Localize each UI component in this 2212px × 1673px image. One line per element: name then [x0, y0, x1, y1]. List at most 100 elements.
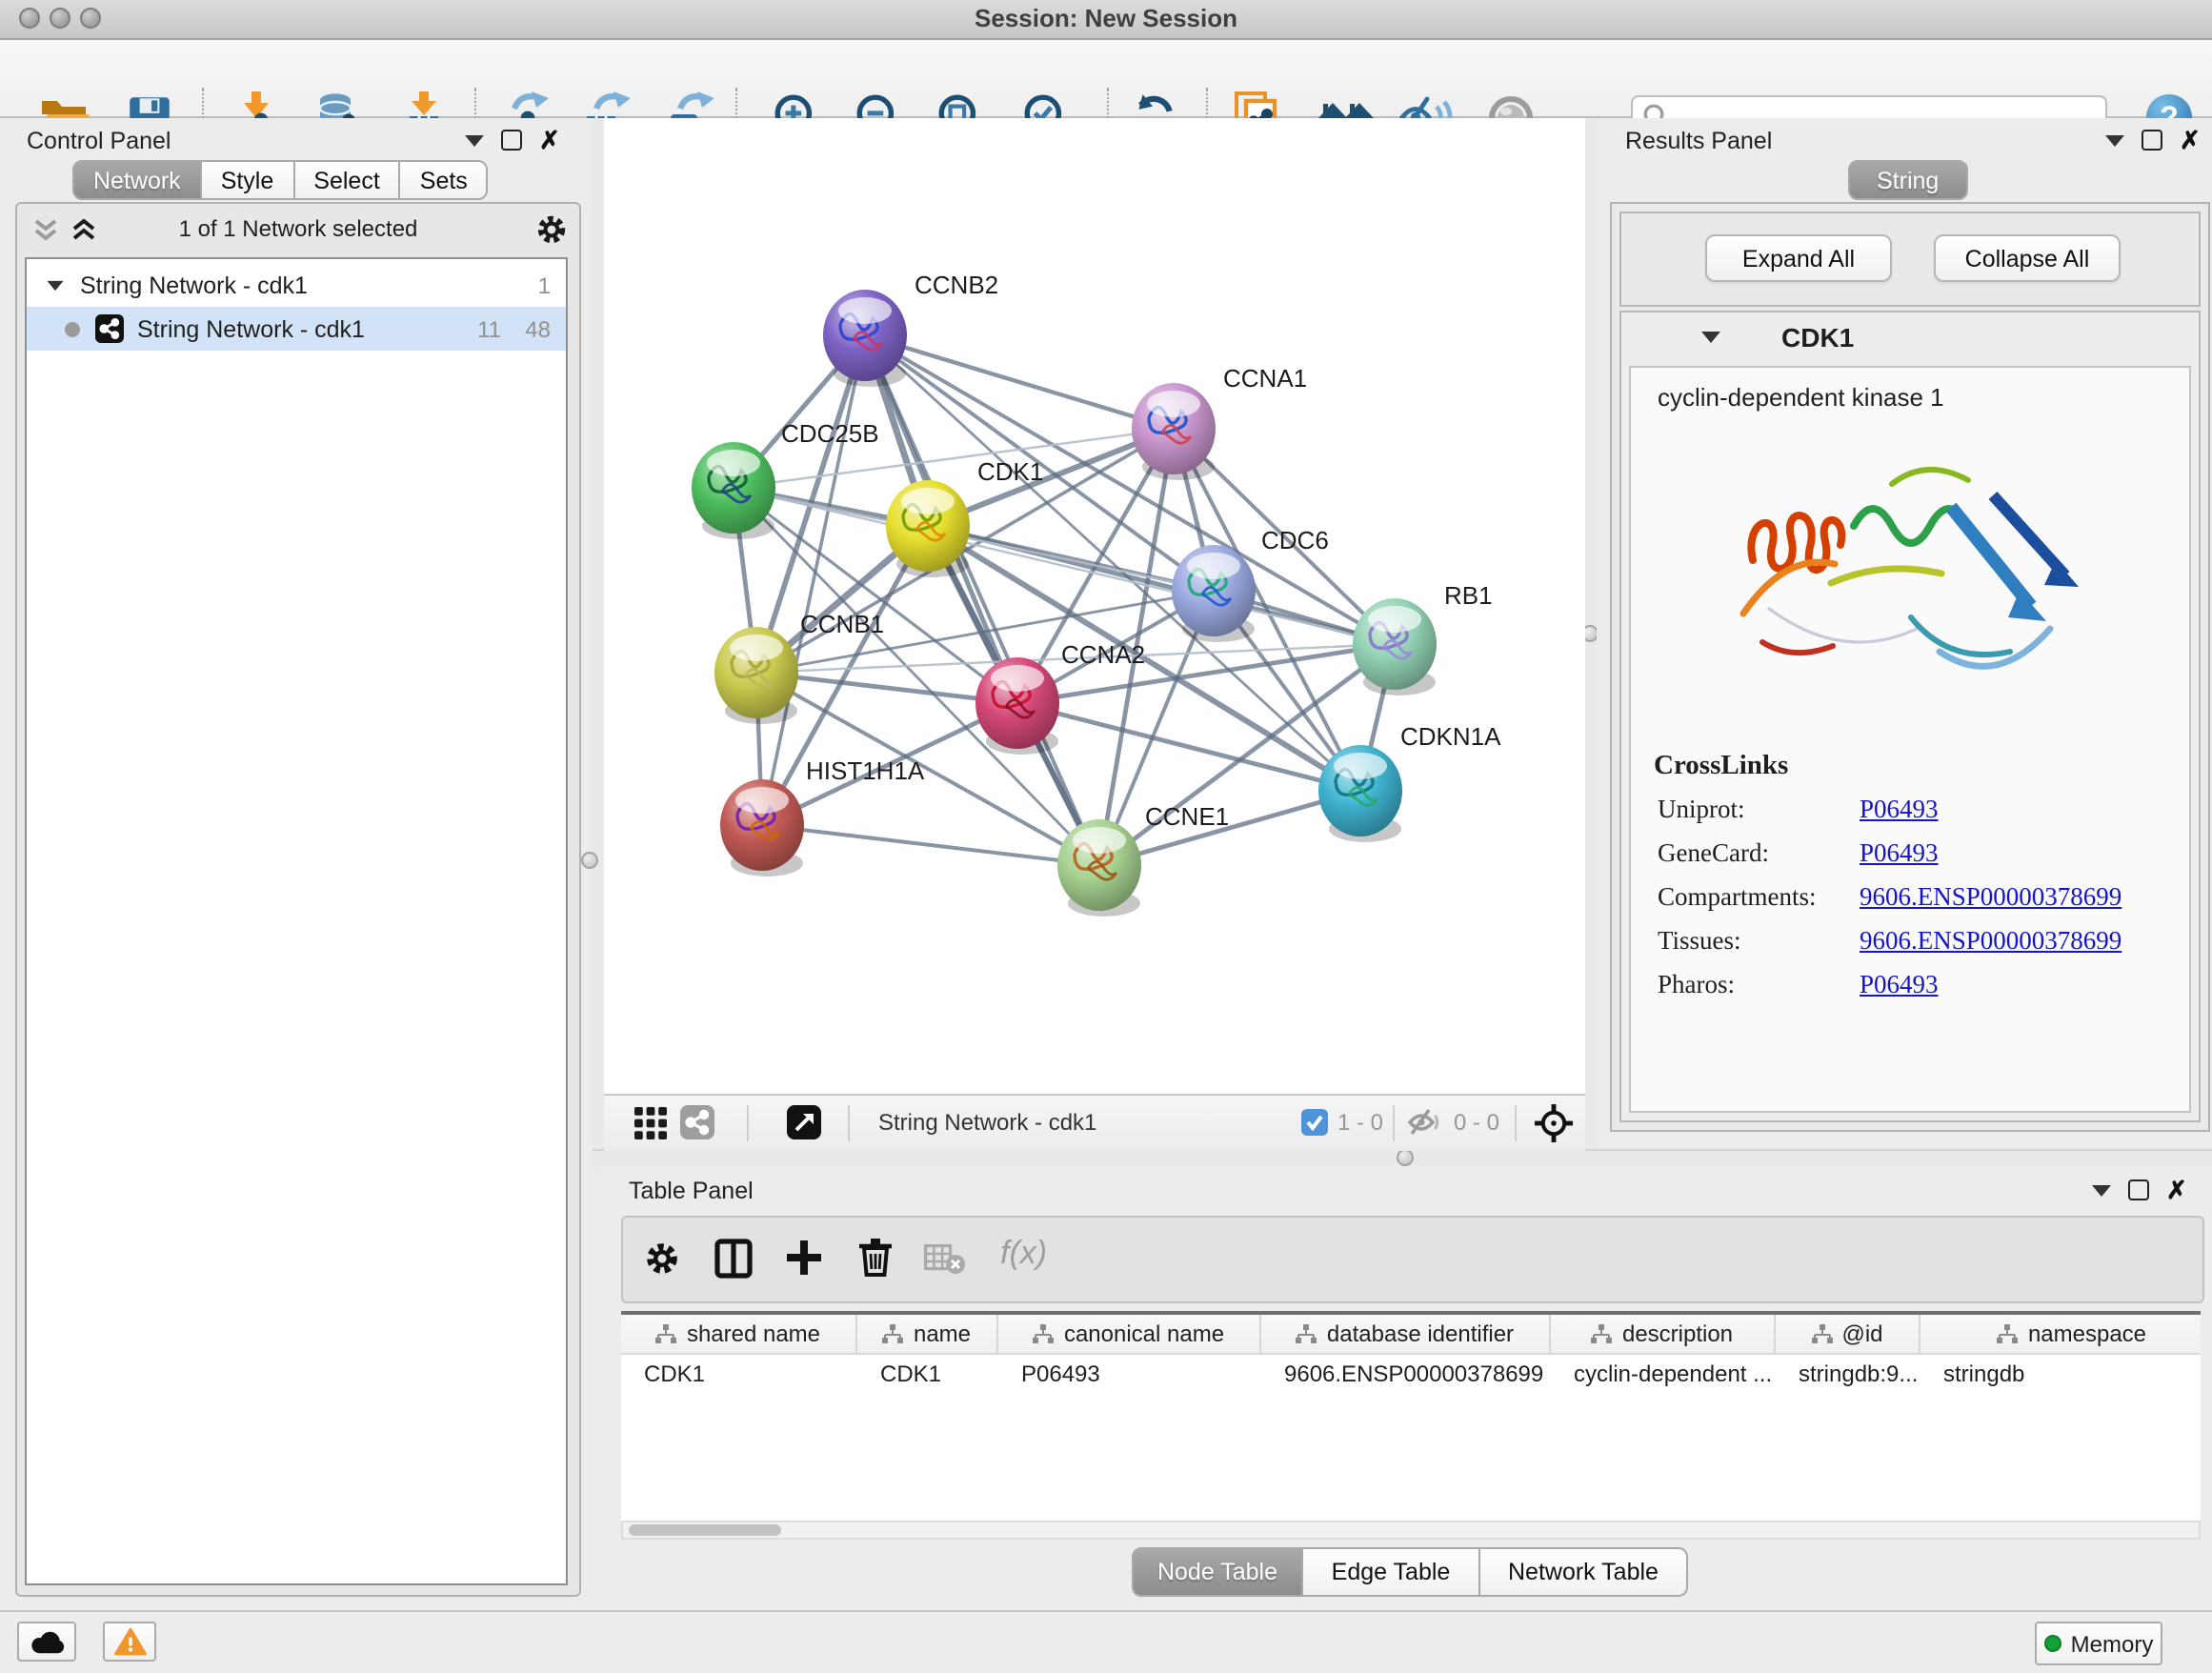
network-canvas[interactable]: CCNB2CCNA1CDC25BCDK1CDC6RB1CCNB1CCNA2CDK…: [604, 118, 1585, 1094]
hidden-eye-icon[interactable]: [1408, 1107, 1442, 1138]
main-toolbar: ?: [0, 40, 2212, 118]
crosslink-label: Pharos:: [1631, 969, 1860, 999]
network-collection-row[interactable]: String Network - cdk1 1: [27, 263, 566, 307]
expand-all-button[interactable]: Expand All: [1705, 234, 1892, 282]
crosslink-link[interactable]: 9606.ENSP00000378699: [1860, 925, 2122, 956]
function-builder-icon[interactable]: f(x): [1000, 1235, 1047, 1273]
column-type-icon: [883, 1323, 904, 1344]
crosslink-link[interactable]: P06493: [1860, 794, 1939, 824]
memory-button[interactable]: Memory: [2035, 1622, 2162, 1665]
collapse-panel-icon[interactable]: [2105, 134, 2124, 146]
tab-style[interactable]: Style: [202, 160, 295, 200]
protein-card-header[interactable]: CDK1: [1621, 312, 2199, 362]
network-collection-label: String Network - cdk1: [80, 272, 308, 298]
collapse-panel-icon[interactable]: [465, 134, 484, 146]
tab-network[interactable]: Network: [72, 160, 202, 200]
network-edge-CCNA2-CDKN1A[interactable]: [1017, 703, 1360, 791]
network-node-RB1[interactable]: RB1: [1353, 581, 1493, 695]
network-node-CDC6[interactable]: CDC6: [1172, 526, 1329, 642]
network-edge-CCNB2-CCNA1[interactable]: [865, 335, 1174, 429]
tab-node-table[interactable]: Node Table: [1132, 1547, 1303, 1597]
grid-view-icon[interactable]: [634, 1107, 667, 1139]
crosslink-row: Tissues:9606.ENSP00000378699: [1631, 918, 2189, 962]
collapse-row-icon[interactable]: [48, 280, 64, 290]
network-list: String Network - cdk1 1 String Network -…: [25, 257, 568, 1585]
tab-select[interactable]: Select: [294, 160, 401, 200]
status-bar: Memory: [0, 1610, 2212, 1673]
left-splitter[interactable]: [593, 118, 604, 1149]
crosslink-link[interactable]: 9606.ENSP00000378699: [1860, 881, 2122, 912]
close-panel-icon[interactable]: ✗: [2166, 1181, 2187, 1199]
close-panel-icon[interactable]: ✗: [2180, 131, 2201, 149]
tab-sets[interactable]: Sets: [401, 160, 489, 200]
table-row[interactable]: CDK1CDK1P064939606.ENSP00000378699cyclin…: [621, 1355, 2201, 1391]
network-node-CCNE1[interactable]: CCNE1: [1057, 802, 1229, 917]
column-header-databaseidentifier[interactable]: database identifier: [1261, 1315, 1551, 1353]
column-header-id[interactable]: @id: [1776, 1315, 1920, 1353]
float-panel-icon[interactable]: [2128, 1179, 2149, 1200]
crosslink-link[interactable]: P06493: [1860, 969, 1939, 999]
selected-checkbox-icon[interactable]: [1301, 1109, 1328, 1136]
node-count: 11: [477, 315, 501, 342]
cloud-icon: [28, 1629, 66, 1654]
left-splitter-handle[interactable]: [581, 852, 598, 869]
collapse-all-button[interactable]: Collapse All: [1934, 234, 2121, 282]
tab-network-table[interactable]: Network Table: [1480, 1547, 1688, 1597]
network-edge-HIST1H1A-CCNE1[interactable]: [762, 825, 1099, 865]
network-edge-CCNB2-HIST1H1A[interactable]: [762, 335, 865, 825]
collapse-card-icon[interactable]: [1701, 332, 1720, 343]
network-node-HIST1H1A[interactable]: HIST1H1A: [720, 756, 925, 877]
show-columns-icon[interactable]: [714, 1239, 753, 1279]
gear-icon[interactable]: [535, 213, 568, 246]
column-header-sharedname[interactable]: shared name: [621, 1315, 857, 1353]
cloud-button[interactable]: [17, 1622, 76, 1662]
crosslink-link[interactable]: P06493: [1860, 837, 1939, 868]
fit-selected-icon[interactable]: [1534, 1103, 1574, 1143]
control-panel-title: Control Panel: [27, 128, 171, 154]
delete-column-icon[interactable]: [857, 1237, 894, 1279]
column-type-icon: [1034, 1323, 1055, 1344]
network-row-selected[interactable]: String Network - cdk1 11 48: [27, 307, 566, 351]
network-graph[interactable]: CCNB2CCNA1CDC25BCDK1CDC6RB1CCNB1CCNA2CDK…: [604, 118, 1585, 1094]
tab-string[interactable]: String: [1848, 160, 1967, 200]
column-header-canonicalname[interactable]: canonical name: [998, 1315, 1261, 1353]
column-type-icon: [1297, 1323, 1317, 1344]
network-node-CCNA1[interactable]: CCNA1: [1132, 364, 1307, 480]
birdseye-view-icon[interactable]: [787, 1105, 821, 1139]
scrollbar-thumb[interactable]: [629, 1524, 781, 1536]
column-header-description[interactable]: description: [1551, 1315, 1776, 1353]
column-header-name[interactable]: name: [857, 1315, 998, 1353]
network-edge-CCNB2-CCNE1[interactable]: [865, 335, 1099, 865]
table-cell: cyclin-dependent ...: [1551, 1355, 1776, 1391]
network-status-dot: [65, 321, 80, 336]
horizontal-splitter-handle[interactable]: [1397, 1149, 1414, 1166]
edge-count: 48: [525, 315, 551, 342]
add-column-icon[interactable]: [785, 1239, 823, 1277]
string-results-box: Expand All Collapse All CDK1 cyclin-depe…: [1610, 202, 2210, 1132]
network-node-CDC25B[interactable]: CDC25B: [692, 419, 879, 539]
network-node-CDKN1A[interactable]: CDKN1A: [1318, 722, 1501, 842]
table-cell: CDK1: [621, 1355, 857, 1391]
column-header-namespace[interactable]: namespace: [1920, 1315, 2201, 1353]
table-horizontal-scrollbar[interactable]: [621, 1521, 2201, 1540]
delete-table-icon[interactable]: [924, 1244, 966, 1275]
collapse-panel-icon[interactable]: [2092, 1184, 2111, 1196]
close-panel-icon[interactable]: ✗: [539, 131, 560, 149]
column-type-icon: [1811, 1323, 1832, 1344]
hidden-count-label: 0 - 0: [1454, 1109, 1499, 1136]
warnings-button[interactable]: [103, 1622, 156, 1662]
table-tabs: Node Table Edge Table Network Table: [1132, 1547, 1688, 1597]
tab-edge-table[interactable]: Edge Table: [1303, 1547, 1480, 1597]
float-panel-icon[interactable]: [2142, 130, 2162, 151]
node-label-CCNB2: CCNB2: [915, 271, 998, 299]
column-type-icon: [656, 1323, 677, 1344]
float-panel-icon[interactable]: [501, 130, 522, 151]
network-tab-content: 1 of 1 Network selected String Network -…: [15, 202, 581, 1597]
node-label-CCNA1: CCNA1: [1223, 364, 1307, 393]
protein-description: cyclin-dependent kinase 1: [1631, 368, 2189, 412]
results-panel-title: Results Panel: [1625, 128, 1772, 154]
results-panel: Results Panel ✗ String Expand All Collap…: [1597, 118, 2212, 1149]
gear-icon[interactable]: [644, 1240, 680, 1277]
string-view-icon[interactable]: [680, 1105, 714, 1139]
node-label-CCNA2: CCNA2: [1061, 640, 1145, 669]
